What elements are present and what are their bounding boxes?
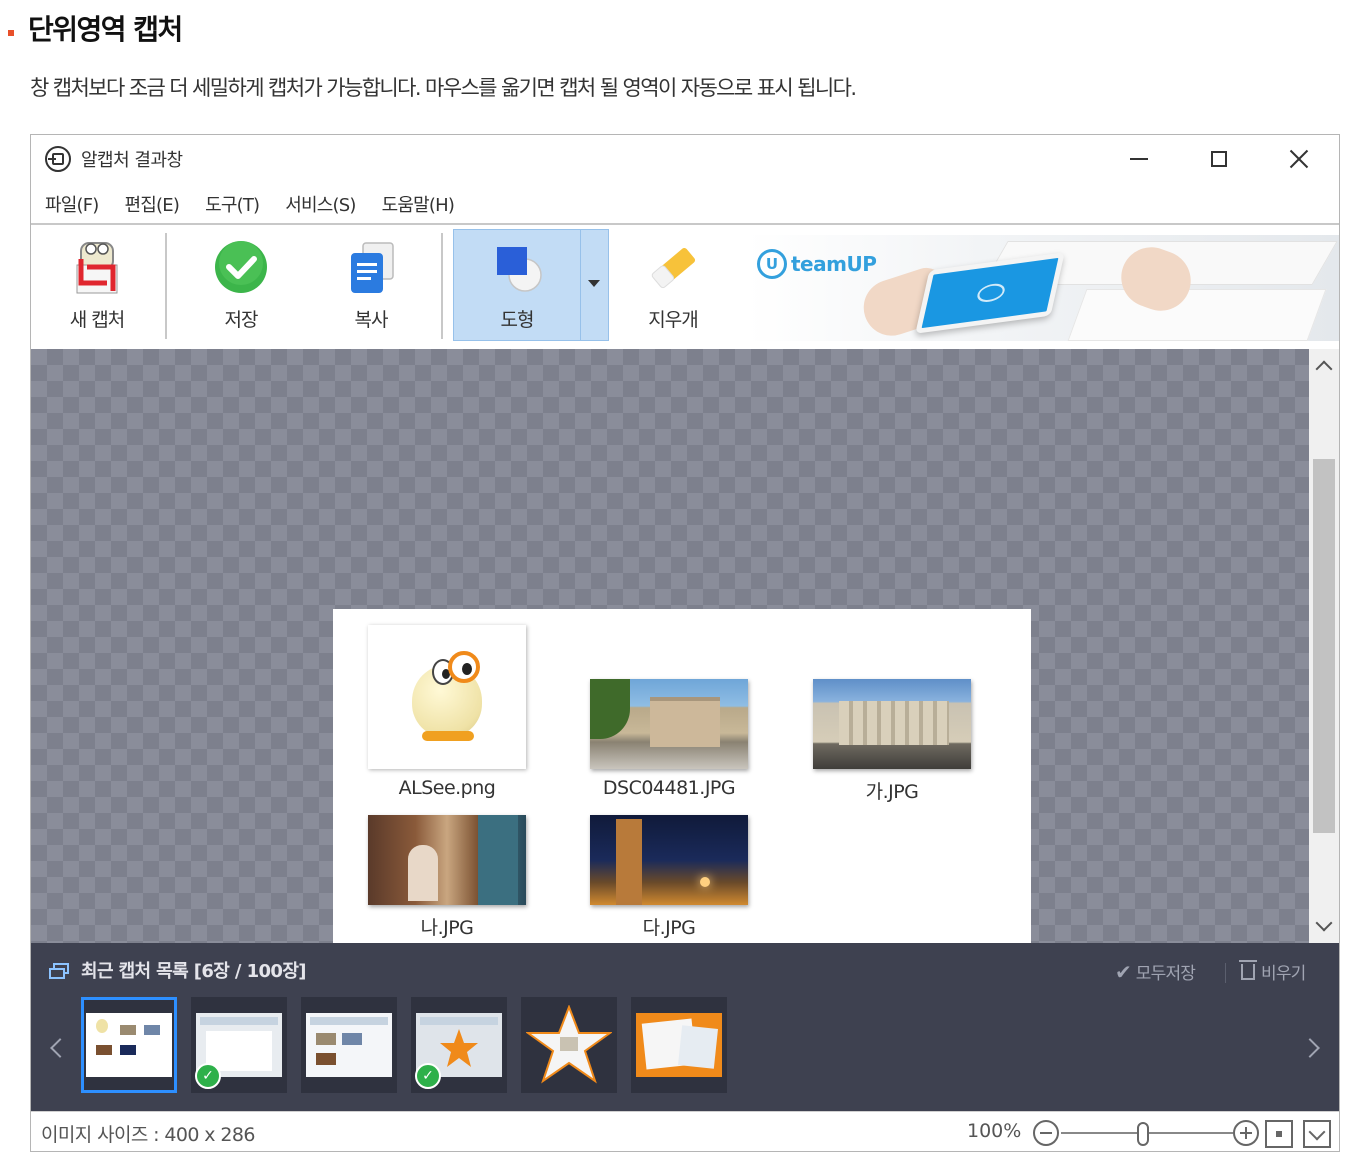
recent-thumbnail[interactable] [81, 997, 177, 1093]
photo-thumbnail [813, 679, 971, 769]
ad-paper-graphic [1067, 289, 1327, 341]
maximize-button[interactable] [1179, 135, 1259, 183]
window-title: 알캡처 결과창 [81, 150, 183, 171]
app-window: 알캡처 결과창 파일(F) 편집(E) 도구(T) 서비스(S) 도움말(H) [30, 134, 1340, 1152]
file-name: 가.JPG [865, 781, 919, 803]
photo-thumbnail [368, 815, 526, 905]
shape-dropdown-button[interactable] [583, 273, 605, 293]
scroll-up-icon[interactable] [1315, 360, 1333, 378]
capture-canvas[interactable]: ALSee.png DSC04481.JPG 가.JPG 나.JPG 다.JPG [31, 349, 1309, 1107]
clear-button[interactable]: 비우기 [1239, 959, 1306, 984]
minimize-icon [1130, 158, 1148, 160]
recent-title: 최근 캡처 목록 [6장 / 100장] [81, 961, 307, 982]
file-item[interactable]: 가.JPG [802, 679, 982, 804]
new-capture-label: 새 캡처 [69, 309, 125, 331]
alsee-thumbnail [368, 625, 526, 769]
menu-edit[interactable]: 편집(E) [125, 191, 180, 217]
chevron-down-icon[interactable] [1303, 1120, 1331, 1148]
eraser-button[interactable]: 지우개 [621, 225, 725, 343]
recent-thumbnail[interactable] [301, 997, 397, 1093]
recent-list-icon [49, 963, 69, 979]
ad-logo: U teamUP [757, 249, 877, 279]
toolbar: 새 캡처 저장 복사 도형 지우개 U teamUP [31, 223, 1339, 349]
ad-tablet-graphic [915, 252, 1065, 334]
zoom-level: 100% [967, 1120, 1022, 1142]
new-capture-button[interactable]: 새 캡처 [45, 225, 149, 343]
chevron-right-icon[interactable] [1300, 1038, 1320, 1058]
save-all-button[interactable]: ✔ 모두저장 [1115, 959, 1196, 985]
chevron-left-icon[interactable] [50, 1038, 70, 1058]
zoom-out-icon[interactable] [1033, 1120, 1059, 1146]
clear-label: 비우기 [1261, 964, 1306, 984]
file-item[interactable]: ALSee.png [357, 625, 537, 799]
recent-thumbnail[interactable]: ✓ [191, 997, 287, 1093]
close-button[interactable] [1259, 135, 1339, 183]
star-capture-icon [526, 1005, 612, 1084]
photo-thumbnail [590, 815, 748, 905]
saved-check-icon: ✓ [195, 1063, 221, 1089]
save-all-label: 모두저장 [1135, 964, 1196, 984]
menu-help[interactable]: 도움말(H) [382, 191, 455, 217]
save-label: 저장 [224, 309, 259, 331]
menu-file[interactable]: 파일(F) [45, 191, 99, 217]
copy-icon [341, 237, 401, 297]
shape-split-divider [580, 229, 581, 341]
mascot-magnifier [448, 651, 480, 683]
section-description: 창 캡처보다 조금 더 세밀하게 캡처가 가능합니다. 마우스를 옮기면 캡처 … [30, 76, 857, 100]
trash-icon [1239, 959, 1257, 980]
ad-logo-text: teamUP [791, 252, 877, 276]
shape-icon [487, 237, 547, 297]
crop-icon [67, 237, 127, 297]
maximize-icon [1211, 151, 1227, 167]
recent-captures-panel: 최근 캡처 목록 [6장 / 100장] ✔ 모두저장 비우기 ✓ ✓ [31, 943, 1339, 1111]
zoom-slider-handle[interactable] [1137, 1122, 1149, 1146]
mascot-feet [422, 731, 474, 741]
status-bar: 이미지 사이즈 : 400 x 286 100% [31, 1111, 1339, 1151]
chevron-down-icon [588, 279, 600, 287]
window-controls [1099, 135, 1339, 183]
saved-check-icon: ✓ [415, 1063, 441, 1089]
shape-button[interactable]: 도형 [455, 225, 579, 343]
file-name: ALSee.png [398, 777, 496, 799]
check-circle-icon [211, 237, 271, 297]
file-name: 나.JPG [420, 917, 474, 939]
menu-tools[interactable]: 도구(T) [205, 191, 260, 217]
check-icon: ✔ [1115, 959, 1132, 984]
fit-screen-icon[interactable] [1265, 1120, 1293, 1148]
zoom-in-icon[interactable] [1233, 1120, 1259, 1146]
copy-label: 복사 [354, 309, 389, 331]
minimize-button[interactable] [1099, 135, 1179, 183]
recent-thumbnail[interactable] [521, 997, 617, 1093]
shape-label: 도형 [500, 309, 535, 331]
photo-thumbnail [590, 679, 748, 769]
bullet-icon [8, 30, 14, 36]
toolbar-divider [165, 233, 167, 339]
ad-banner[interactable]: U teamUP [747, 235, 1339, 341]
teamup-logo-icon: U [757, 249, 787, 279]
file-name: 다.JPG [642, 917, 696, 939]
copy-button[interactable]: 복사 [319, 225, 423, 343]
title-bar: 알캡처 결과창 [31, 135, 1339, 183]
file-item[interactable]: 다.JPG [579, 815, 759, 940]
section-title: 단위영역 캡처 [28, 13, 183, 46]
vertical-scrollbar[interactable] [1309, 349, 1339, 943]
menu-bar: 파일(F) 편집(E) 도구(T) 서비스(S) 도움말(H) [31, 185, 480, 223]
save-button[interactable]: 저장 [189, 225, 293, 343]
scroll-thumb[interactable] [1313, 459, 1335, 833]
image-size-text: 이미지 사이즈 : 400 x 286 [41, 1124, 255, 1146]
toolbar-divider [441, 233, 443, 339]
eraser-label: 지우개 [648, 309, 698, 331]
menu-service[interactable]: 서비스(S) [285, 191, 356, 217]
app-logo-icon [45, 146, 71, 172]
scroll-down-icon[interactable] [1315, 914, 1333, 932]
recent-thumbnail[interactable]: ✓ [411, 997, 507, 1093]
eraser-icon [643, 237, 703, 297]
recent-thumbnail[interactable] [631, 997, 727, 1093]
file-item[interactable]: 나.JPG [357, 815, 537, 940]
file-item[interactable]: DSC04481.JPG [579, 679, 759, 799]
file-name: DSC04481.JPG [602, 777, 736, 799]
close-icon [1289, 149, 1309, 169]
action-divider [1225, 963, 1226, 983]
section-header: 단위영역 캡처 [8, 8, 183, 48]
